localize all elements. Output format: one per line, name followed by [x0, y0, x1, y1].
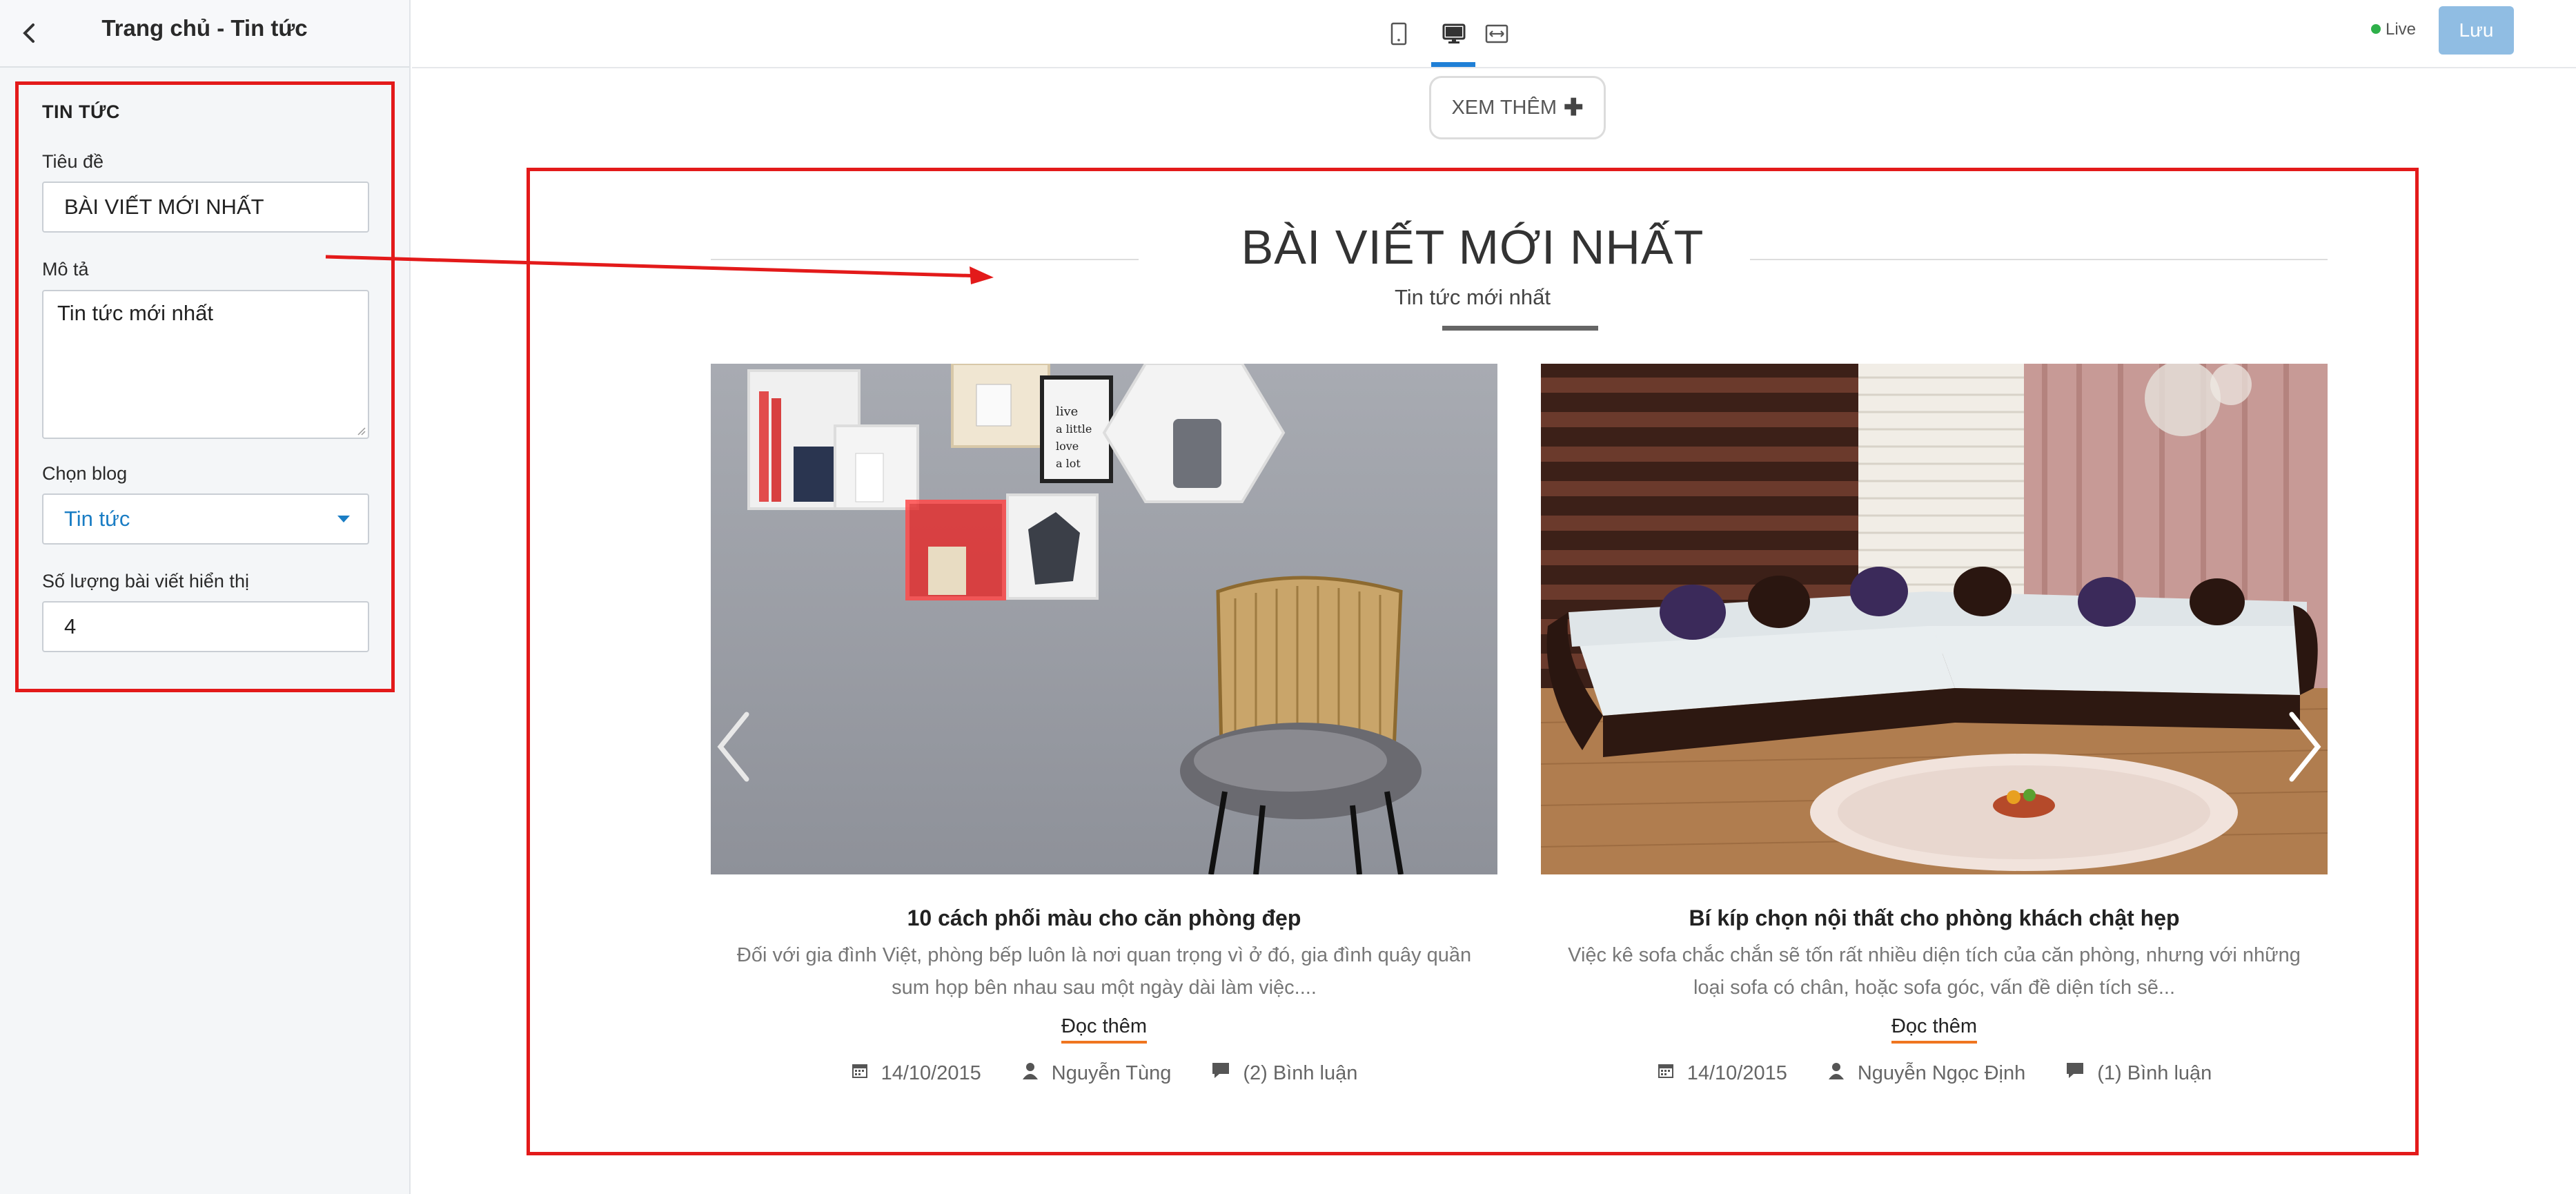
user-icon [1827, 1061, 1845, 1085]
annotation-arrow-icon [325, 255, 994, 284]
settings-sidebar: Trang chủ - Tin tức TIN TỨC Tiêu đề BÀI … [0, 0, 411, 1194]
post-date-1: 14/10/2015 [881, 1061, 981, 1084]
sidebar-header: Trang chủ - Tin tức [0, 0, 409, 68]
resize-handle-icon[interactable] [356, 426, 366, 435]
calendar-icon [851, 1061, 869, 1085]
view-more-label: XEM THÊM [1451, 96, 1557, 119]
svg-text:live: live [1056, 404, 1078, 419]
post-date-2: 14/10/2015 [1687, 1061, 1787, 1084]
full-width-view-icon[interactable] [1481, 18, 1513, 50]
post-title-2[interactable]: Bí kíp chọn nội thất cho phòng khách chậ… [1541, 906, 2328, 931]
preview-canvas: XEM THÊM ✚ BÀI VIẾT MỚI NHẤT Tin tức mới… [412, 70, 2576, 1194]
editor-root: Trang chủ - Tin tức TIN TỨC Tiêu đề BÀI … [0, 0, 2576, 1194]
post-count-input[interactable]: 4 [42, 601, 369, 652]
post-comments-2[interactable]: (1) Bình luận [2097, 1062, 2212, 1085]
comment-icon [2065, 1061, 2085, 1085]
carousel-prev-icon[interactable] [711, 709, 759, 785]
live-status-dot-icon [2371, 24, 2381, 34]
description-value: Tin tức mới nhất [57, 301, 213, 325]
post-image-2[interactable] [1541, 364, 2328, 874]
post-author-2: Nguyễn Ngọc Định [1857, 1061, 2026, 1084]
post-comments-1[interactable]: (2) Bình luận [1243, 1062, 1357, 1085]
active-view-indicator [1431, 62, 1475, 67]
svg-text:a lot: a lot [1056, 457, 1081, 470]
post-meta-2: 14/10/2015 Nguyễn Ngọc Định (1) Bình luậ… [1541, 1061, 2328, 1085]
post-card-2[interactable]: Bí kíp chọn nội thất cho phòng khách chậ… [1541, 364, 2328, 1085]
post-image-1[interactable]: live a little love a lot [711, 364, 1497, 874]
top-toolbar: Live Lưu [412, 0, 2576, 68]
news-settings-panel: TIN TỨC Tiêu đề BÀI VIẾT MỚI NHẤT Mô tả … [15, 81, 395, 692]
section-title: TIN TỨC [42, 101, 120, 122]
comment-icon [1211, 1061, 1230, 1085]
read-more-link-2[interactable]: Đọc thêm [1891, 1015, 1978, 1044]
post-count-label: Số lượng bài viết hiển thị [42, 571, 249, 591]
caret-down-icon [337, 516, 350, 522]
blog-select[interactable]: Tin tức [42, 493, 369, 545]
title-input[interactable]: BÀI VIẾT MỚI NHẤT [42, 182, 369, 233]
plus-icon: ✚ [1564, 95, 1584, 121]
title-label: Tiêu đề [42, 151, 104, 172]
save-button[interactable]: Lưu [2439, 6, 2514, 55]
post-author-1: Nguyễn Tùng [1051, 1061, 1172, 1084]
blog-subtitle: Tin tức mới nhất [1395, 285, 1551, 309]
post-title-1[interactable]: 10 cách phối màu cho căn phòng đẹp [711, 906, 1497, 931]
blog-select-label: Chọn blog [42, 463, 128, 484]
svg-text:a little: a little [1056, 422, 1092, 435]
carousel-next-icon[interactable] [2279, 709, 2328, 785]
svg-text:love: love [1056, 440, 1079, 453]
subtitle-underline [1442, 326, 1598, 331]
post-excerpt-1: Đối với gia đình Việt, phòng bếp luôn là… [736, 944, 1472, 999]
mobile-view-icon[interactable] [1383, 18, 1415, 50]
calendar-icon [1657, 1061, 1675, 1085]
description-label: Mô tả [42, 259, 89, 280]
post-excerpt-2: Việc kê sofa chắc chắn sẽ tốn rất nhiều … [1568, 944, 2301, 999]
user-icon [1021, 1061, 1039, 1085]
post-card-1[interactable]: live a little love a lot 10 cách phối mà… [711, 364, 1497, 1085]
live-status-label: Live [2386, 20, 2417, 39]
blog-section-preview[interactable]: BÀI VIẾT MỚI NHẤT Tin tức mới nhất live … [527, 168, 2419, 1155]
blog-select-value: Tin tức [64, 507, 130, 531]
read-more-link-1[interactable]: Đọc thêm [1061, 1015, 1148, 1044]
view-more-button[interactable]: XEM THÊM ✚ [1429, 76, 1606, 139]
post-meta-1: 14/10/2015 Nguyễn Tùng (2) Bình luận [711, 1061, 1497, 1085]
desktop-view-icon[interactable] [1438, 18, 1470, 50]
sidebar-title: Trang chủ - Tin tức [101, 15, 308, 41]
description-textarea[interactable]: Tin tức mới nhất [42, 290, 369, 439]
